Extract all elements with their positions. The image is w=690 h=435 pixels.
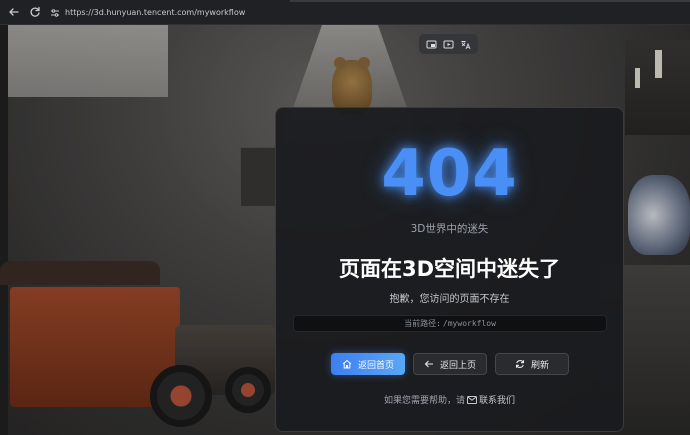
path-value: /myworkflow [442, 319, 496, 328]
back-arrow-icon[interactable] [6, 4, 22, 20]
mail-icon[interactable] [467, 395, 477, 404]
refresh-button[interactable]: 刷新 [495, 353, 569, 375]
error-card: 404 3D世界中的迷失 页面在3D空间中迷失了 抱歉，您访问的页面不存在 当前… [275, 107, 624, 432]
url-text[interactable]: https://3d.hunyuan.tencent.com/myworkflo… [65, 8, 245, 17]
error-description: 抱歉，您访问的页面不存在 [389, 294, 510, 305]
contact-us-link[interactable]: 联系我们 [479, 393, 515, 406]
home-button-label: 返回首页 [357, 360, 394, 371]
home-icon [342, 359, 353, 370]
current-path-box: 当前路径: /myworkflow [293, 315, 607, 332]
back-button-label: 返回上页 [439, 360, 476, 371]
browser-toolbar: https://3d.hunyuan.tencent.com/myworkflo… [0, 0, 690, 25]
back-button[interactable]: 返回上页 [413, 353, 487, 375]
path-label: 当前路径: [404, 319, 441, 328]
refresh-icon [515, 359, 526, 370]
tab-strip-edge [290, 0, 690, 2]
action-buttons: 返回首页 返回上页 刷新 [331, 353, 577, 375]
reload-icon[interactable] [27, 4, 43, 20]
refresh-button-label: 刷新 [530, 360, 549, 371]
picture-in-picture-icon[interactable] [426, 38, 438, 50]
help-prefix: 如果您需要帮助，请 [383, 396, 465, 406]
video-icon[interactable] [443, 38, 455, 50]
address-bar[interactable]: https://3d.hunyuan.tencent.com/myworkflo… [50, 3, 245, 21]
help-text: 如果您需要帮助，请 联系我们 [276, 393, 623, 406]
site-info-icon[interactable] [50, 3, 60, 22]
error-subtitle: 3D世界中的迷失 [410, 223, 489, 235]
home-button[interactable]: 返回首页 [331, 353, 405, 375]
translate-icon[interactable] [460, 38, 472, 50]
media-toolbar [419, 34, 478, 54]
arrow-left-icon [424, 359, 435, 370]
error-headline: 页面在3D空间中迷失了 [338, 257, 561, 281]
error-code: 404 [381, 137, 518, 211]
